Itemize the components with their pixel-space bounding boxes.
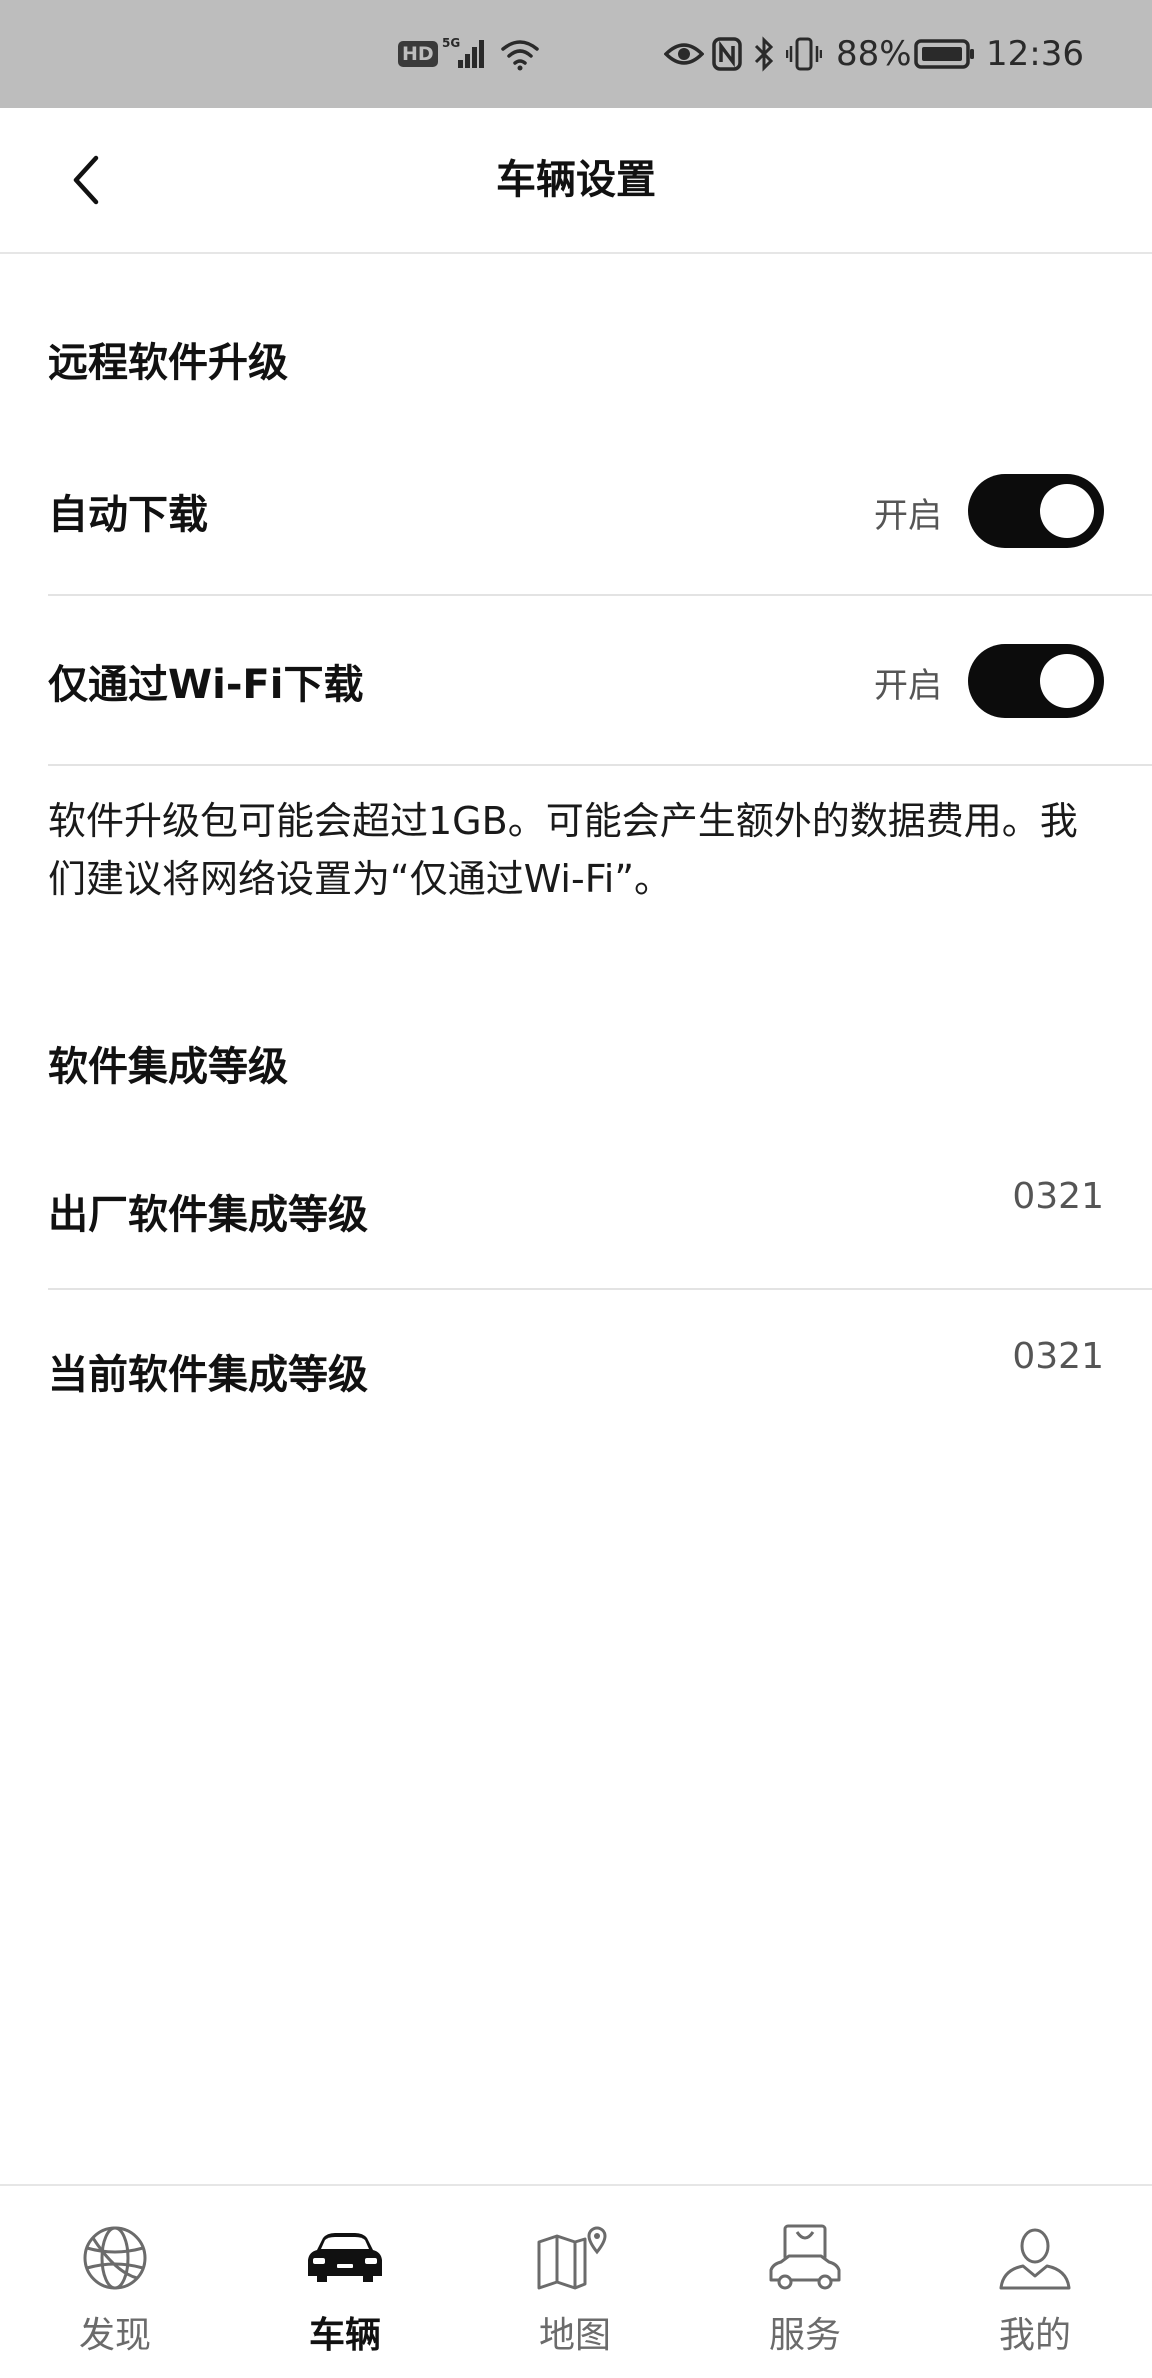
info-row-current-level: 当前软件集成等级 0321 (48, 1330, 1104, 1410)
wifi-only-toggle[interactable] (968, 644, 1104, 718)
nav-item-vehicle[interactable]: 车辆 (230, 2186, 460, 2378)
factory-level-value: 0321 (1012, 1176, 1104, 1217)
nav-label-discover: 发现 (78, 2315, 151, 2356)
auto-download-toggle[interactable] (968, 474, 1104, 548)
setting-row-auto-download: 自动下载 开启 (48, 462, 1104, 562)
wifi-only-state: 开启 (874, 666, 942, 706)
upgrade-data-note: 软件升级包可能会超过1GB。可能会产生额外的数据费用。我们建议将网络设置为“仅通… (48, 799, 1078, 901)
vibrate-icon (786, 0, 822, 108)
service-bag-car-icon (765, 2222, 845, 2294)
back-button[interactable] (48, 142, 124, 218)
chevron-left-icon (73, 155, 99, 205)
divider (48, 764, 1152, 766)
battery-percent: 88% (836, 0, 912, 108)
battery-icon (914, 0, 976, 108)
info-row-factory-level: 出厂软件集成等级 0321 (48, 1170, 1104, 1250)
wifi-only-label: 仅通过Wi-Fi下载 (48, 662, 364, 708)
network-type-label: 5G (442, 36, 460, 50)
divider (48, 1288, 1152, 1290)
car-icon (305, 2222, 385, 2294)
nav-item-map[interactable]: 地图 (460, 2186, 690, 2378)
status-bar: HD 5G 88% 12:36 (0, 0, 1152, 108)
header: 车辆设置 (0, 108, 1152, 254)
user-icon (995, 2222, 1075, 2294)
hd-indicator: HD (398, 0, 438, 108)
divider (48, 594, 1152, 596)
section-title-remote-upgrade: 远程软件升级 (48, 340, 288, 386)
auto-download-state: 开启 (874, 496, 942, 536)
globe-icon (75, 2222, 155, 2294)
nav-label-service: 服务 (768, 2315, 841, 2356)
nfc-icon (712, 0, 742, 108)
nav-item-discover[interactable]: 发现 (0, 2186, 230, 2378)
map-icon (535, 2222, 615, 2294)
battery-percent-text: 88% (836, 34, 912, 74)
bottom-nav: 发现 车辆 地图 服务 我的 (0, 2184, 1152, 2378)
setting-row-wifi-only: 仅通过Wi-Fi下载 开启 (48, 632, 1104, 732)
bluetooth-icon (752, 0, 776, 108)
auto-download-label: 自动下载 (48, 492, 208, 538)
nav-label-vehicle: 车辆 (308, 2315, 381, 2356)
clock-text: 12:36 (986, 34, 1084, 74)
factory-level-label: 出厂软件集成等级 (48, 1192, 368, 1238)
nav-item-mine[interactable]: 我的 (920, 2186, 1150, 2378)
eye-icon (664, 0, 704, 108)
current-level-label: 当前软件集成等级 (48, 1352, 368, 1398)
hd-badge: HD (398, 41, 438, 67)
clock: 12:36 (986, 0, 1084, 108)
nav-label-mine: 我的 (998, 2315, 1071, 2356)
toggle-knob (1040, 484, 1094, 538)
wifi-icon (500, 0, 540, 108)
current-level-value: 0321 (1012, 1336, 1104, 1377)
toggle-knob (1040, 654, 1094, 708)
nav-label-map: 地图 (538, 2315, 611, 2356)
section-title-integration-level: 软件集成等级 (48, 1044, 288, 1090)
nav-item-service[interactable]: 服务 (690, 2186, 920, 2378)
cellular-signal-icon: 5G (440, 0, 490, 108)
page-title: 车辆设置 (496, 157, 656, 203)
